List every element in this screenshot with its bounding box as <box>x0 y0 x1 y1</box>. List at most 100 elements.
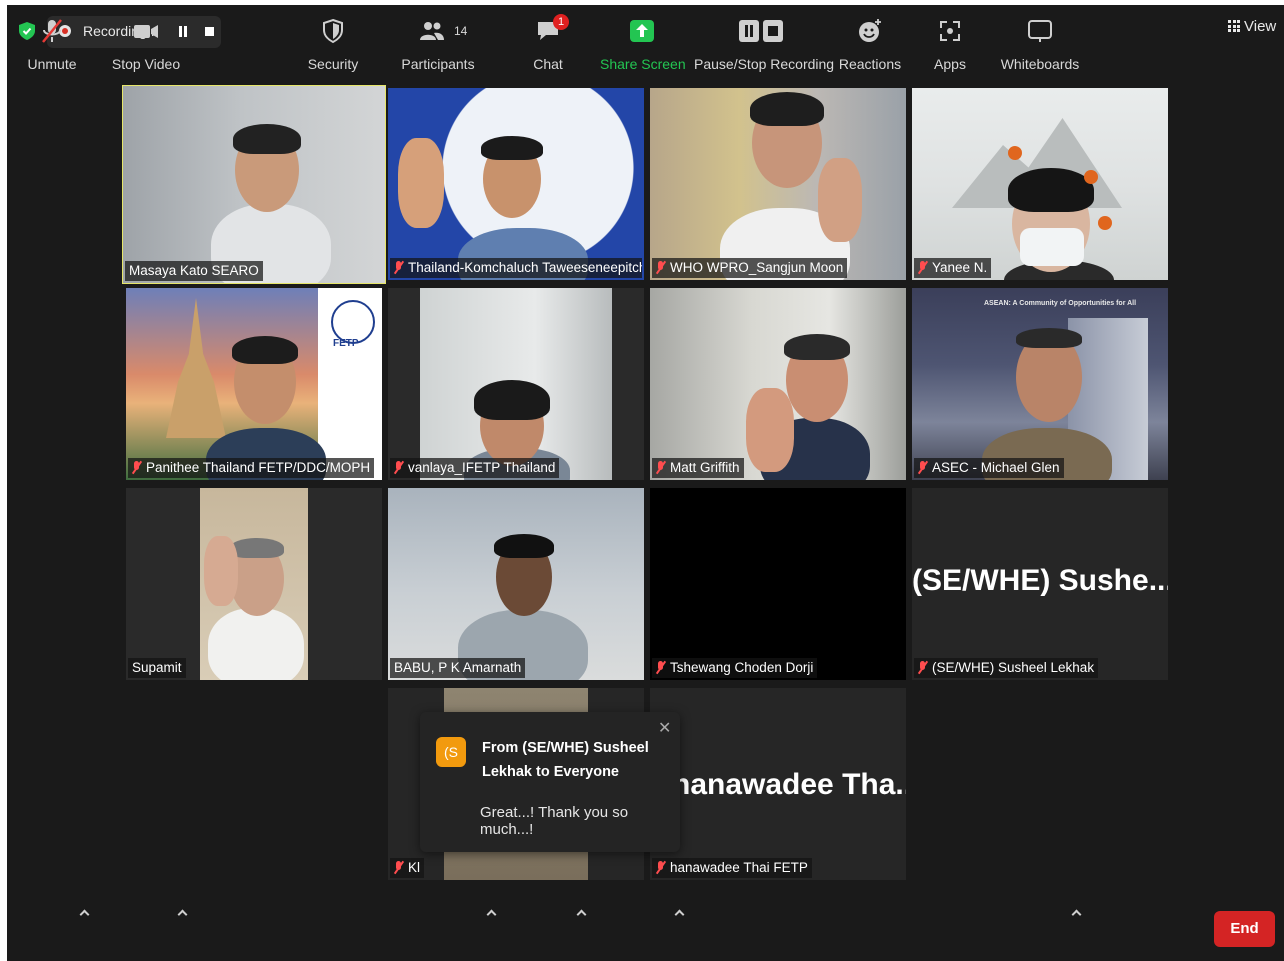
muted-mic-icon <box>394 461 403 474</box>
whiteboards-options-caret[interactable] <box>1071 908 1081 918</box>
whiteboards-button[interactable]: Whiteboards <box>998 0 1082 77</box>
participants-options-caret[interactable] <box>486 908 496 918</box>
pause-stop-recording-label: Pause/Stop Recording <box>694 56 835 72</box>
participant-name: WHO WPRO_Sangjun Moon <box>652 258 848 278</box>
participant-body <box>208 608 304 680</box>
participant-display-name: hanawadee Tha... <box>672 768 906 801</box>
view-button[interactable]: View <box>1228 18 1276 35</box>
apps-label: Apps <box>934 56 966 72</box>
muted-mic-icon <box>656 861 665 874</box>
participant-name: (SE/WHE) Susheel Lekhak <box>914 658 1099 678</box>
video-tile-panithee[interactable]: FETP Panithee Thailand FETP/DDC/MOPH <box>126 288 382 480</box>
video-tile-susheel-lekhak[interactable]: (SE/WHE) Sushe... (SE/WHE) Susheel Lekha… <box>912 488 1168 680</box>
pause-stop-recording-button[interactable]: Pause/Stop Recording <box>694 0 835 77</box>
sender-avatar: (S <box>436 737 466 767</box>
share-screen-icon <box>630 20 654 42</box>
participant-name: Thailand-Komchaluch Taweeseneepitch... <box>390 258 642 278</box>
share-screen-label: Share Screen <box>600 56 686 72</box>
chat-label: Chat <box>533 56 563 72</box>
grid-icon <box>1228 20 1240 32</box>
fetp-logo-text: FETP <box>333 338 359 349</box>
muted-mic-icon <box>394 261 403 274</box>
video-tile-thailand-komchaluch[interactable]: Thailand-Komchaluch Taweeseneepitch... <box>388 88 644 280</box>
chat-notification-popup[interactable]: (S From (SE/WHE) Susheel Lekhak to Every… <box>420 712 680 852</box>
video-tile-who-wpro-sangjun-moon[interactable]: WHO WPRO_Sangjun Moon <box>650 88 906 280</box>
reactions-emoji-icon <box>859 19 881 42</box>
muted-mic-icon <box>918 661 927 674</box>
participant-hair <box>233 124 301 154</box>
reactions-button[interactable]: Reactions <box>836 0 904 77</box>
background-flower <box>1098 216 1112 230</box>
video-tile-babu-pk-amarnath[interactable]: BABU, P K Amarnath <box>388 488 644 680</box>
participant-hair <box>494 534 554 558</box>
participant-name: Kl <box>390 858 425 878</box>
waving-hand <box>818 158 862 242</box>
close-icon[interactable]: ✕ <box>658 718 671 738</box>
share-screen-button[interactable]: Share Screen <box>600 0 686 77</box>
waving-hand <box>398 138 444 228</box>
stop-video-label: Stop Video <box>111 56 181 72</box>
stop-video-button[interactable]: Stop Video <box>108 0 184 77</box>
muted-microphone-icon <box>42 19 62 43</box>
participant-name: Yanee N. <box>914 258 992 278</box>
participants-count: 14 <box>454 24 468 38</box>
video-tile-thanawadee[interactable]: hanawadee Tha... hanawadee Thai FETP <box>650 688 906 880</box>
video-tile-tshewang-choden-dorji[interactable]: Tshewang Choden Dorji <box>650 488 906 680</box>
apps-icon <box>940 21 960 41</box>
unmute-button[interactable]: Unmute <box>20 0 84 77</box>
apps-button[interactable]: Apps <box>924 0 976 77</box>
participant-hair <box>474 380 550 420</box>
unmute-label: Unmute <box>27 56 77 72</box>
video-tile-supamit[interactable]: Supamit <box>126 488 382 680</box>
participant-name: Panithee Thailand FETP/DDC/MOPH <box>128 458 375 478</box>
muted-mic-icon <box>394 861 403 874</box>
participant-name: Tshewang Choden Dorji <box>652 658 818 678</box>
audio-options-caret[interactable] <box>79 908 89 918</box>
video-tile-yanee-n[interactable]: Yanee N. <box>912 88 1168 280</box>
participant-hair <box>230 538 284 558</box>
chat-options-caret[interactable] <box>576 908 586 918</box>
muted-mic-icon <box>132 461 141 474</box>
participant-name: vanlaya_IFETP Thailand <box>390 458 560 478</box>
participant-name: hanawadee Thai FETP <box>652 858 812 878</box>
participant-name: Masaya Kato SEARO <box>125 261 263 281</box>
participant-hair <box>232 336 298 364</box>
muted-mic-icon <box>656 261 665 274</box>
waving-hand <box>204 536 238 606</box>
muted-mic-icon <box>918 461 927 474</box>
end-meeting-button[interactable]: End <box>1214 911 1275 947</box>
background-flower <box>1008 146 1022 160</box>
whiteboards-label: Whiteboards <box>1000 56 1080 72</box>
muted-mic-icon <box>656 461 665 474</box>
chat-sender: From (SE/WHE) Susheel Lekhak to Everyone <box>482 740 649 780</box>
muted-mic-icon <box>918 261 927 274</box>
video-options-caret[interactable] <box>177 908 187 918</box>
participant-name: Supamit <box>128 658 186 678</box>
participants-button[interactable]: 14 Participants <box>400 0 476 77</box>
face-mask <box>1020 228 1084 266</box>
waving-hand <box>746 388 794 472</box>
participants-icon <box>420 22 444 40</box>
chat-unread-badge: 1 <box>553 14 569 30</box>
chat-button[interactable]: 1 Chat <box>520 0 576 77</box>
participant-name: ASEC - Michael Glen <box>914 458 1064 478</box>
video-camera-icon <box>134 25 158 38</box>
background-flower <box>1084 170 1098 184</box>
stop-recording-icon[interactable] <box>205 27 214 36</box>
chat-message: Great...! Thank you so much...! <box>480 804 629 838</box>
security-button[interactable]: Security <box>300 0 366 77</box>
view-label: View <box>1244 18 1277 35</box>
video-tile-vanlaya[interactable]: vanlaya_IFETP Thailand <box>388 288 644 480</box>
participants-label: Participants <box>401 56 475 72</box>
participant-hair <box>481 136 543 160</box>
share-options-caret[interactable] <box>674 908 684 918</box>
participant-hair <box>784 334 850 360</box>
security-label: Security <box>307 56 359 72</box>
video-tile-asec-michael-glen[interactable]: ASEAN: A Community of Opportunities for … <box>912 288 1168 480</box>
video-tile-masaya-kato[interactable]: Masaya Kato SEARO <box>122 85 386 284</box>
pause-stop-recording-icon <box>739 20 783 42</box>
video-tile-matt-griffith[interactable]: Matt Griffith <box>650 288 906 480</box>
participant-name: Matt Griffith <box>652 458 744 478</box>
asean-banner-text: ASEAN: A Community of Opportunities for … <box>984 300 1137 307</box>
participant-hair <box>1008 168 1094 212</box>
